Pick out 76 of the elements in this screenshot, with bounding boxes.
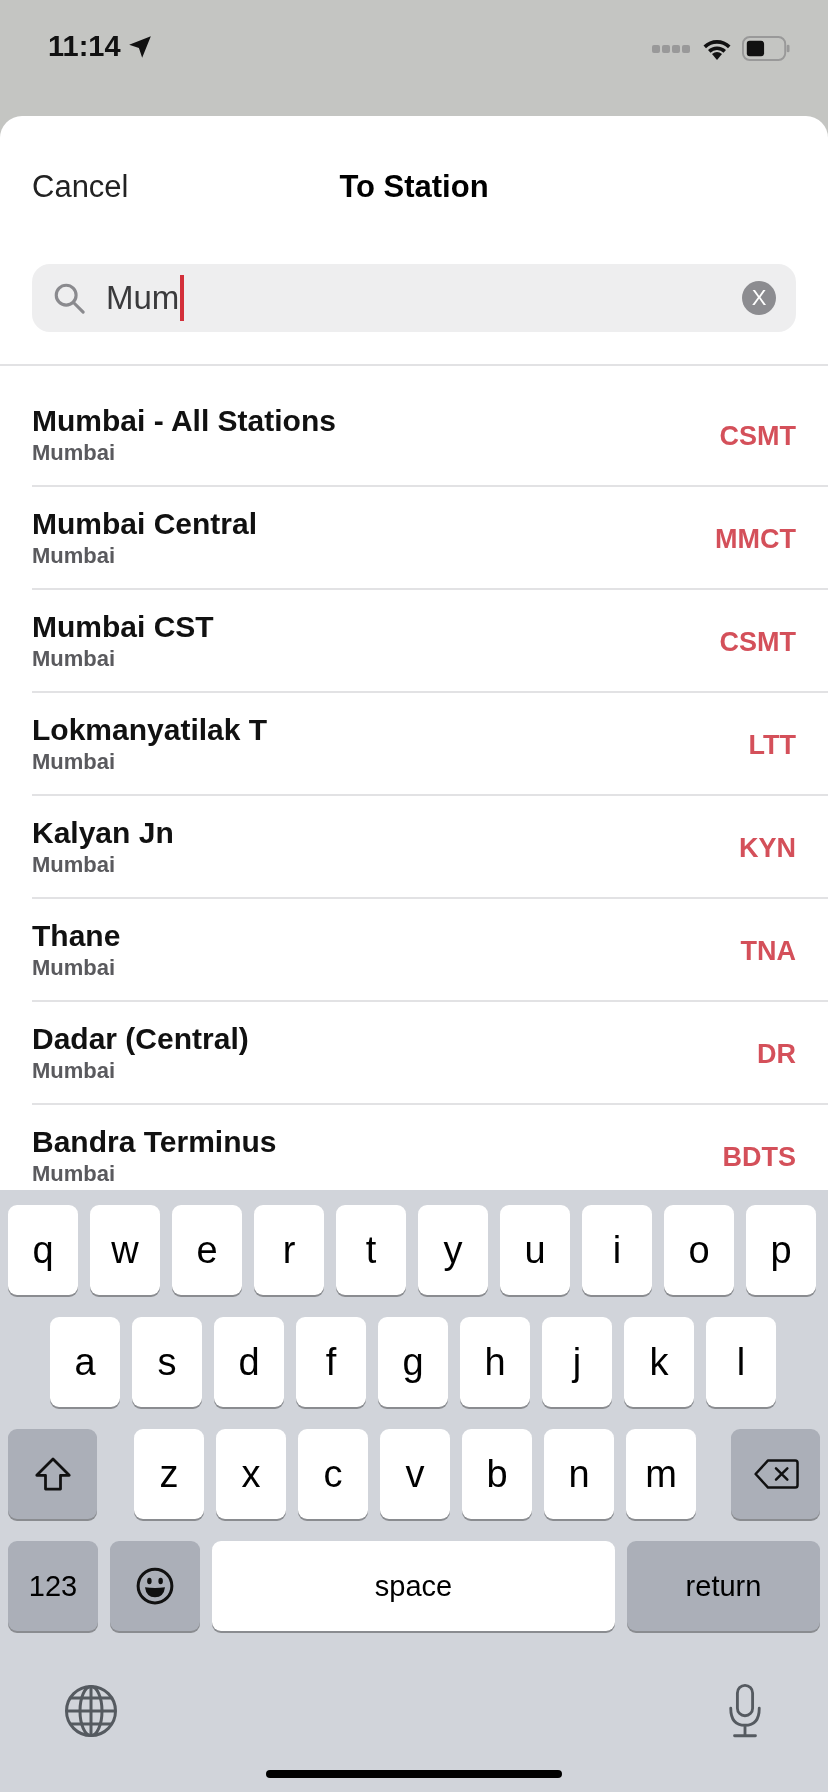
- station-name: Mumbai Central: [32, 505, 259, 542]
- delete-key[interactable]: [731, 1429, 820, 1519]
- search-field[interactable]: Mum X: [32, 264, 796, 332]
- station-city: Mumbai: [32, 541, 117, 570]
- status-time: 11:14: [48, 30, 121, 63]
- globe-icon: [64, 1684, 118, 1738]
- letter-key[interactable]: f: [296, 1317, 366, 1407]
- station-code: MMCT: [715, 524, 796, 555]
- station-city: Mumbai: [32, 850, 117, 879]
- letter-key[interactable]: m: [626, 1429, 696, 1519]
- letter-key[interactable]: s: [132, 1317, 202, 1407]
- letter-key[interactable]: y: [418, 1205, 488, 1295]
- station-code: DR: [757, 1039, 796, 1070]
- station-name: Bandra Terminus: [32, 1123, 278, 1160]
- letter-key[interactable]: g: [378, 1317, 448, 1407]
- station-code: CSMT: [719, 627, 796, 658]
- letter-key[interactable]: t: [336, 1205, 406, 1295]
- station-city: Mumbai: [32, 644, 117, 673]
- letter-key[interactable]: a: [50, 1317, 120, 1407]
- letter-key[interactable]: d: [214, 1317, 284, 1407]
- station-city: Mumbai: [32, 953, 117, 982]
- letter-key[interactable]: l: [706, 1317, 776, 1407]
- letter-key[interactable]: z: [134, 1429, 204, 1519]
- letter-key[interactable]: w: [90, 1205, 160, 1295]
- battery-icon: [742, 36, 790, 61]
- station-row[interactable]: Lokmanyatilak T Mumbai LTT: [32, 693, 828, 796]
- letter-key[interactable]: o: [664, 1205, 734, 1295]
- station-city: Mumbai: [32, 1159, 117, 1188]
- station-city: Mumbai: [32, 1056, 117, 1085]
- letter-key[interactable]: c: [298, 1429, 368, 1519]
- station-code: BDTS: [722, 1142, 796, 1173]
- station-city: Mumbai: [32, 747, 117, 776]
- letter-key[interactable]: n: [544, 1429, 614, 1519]
- station-row[interactable]: Mumbai Central Mumbai MMCT: [32, 487, 828, 590]
- station-name: Lokmanyatilak T: [32, 711, 269, 748]
- backspace-icon: [752, 1457, 799, 1491]
- letter-key[interactable]: p: [746, 1205, 816, 1295]
- letter-key[interactable]: r: [254, 1205, 324, 1295]
- letter-key[interactable]: v: [380, 1429, 450, 1519]
- station-name: Dadar (Central): [32, 1020, 250, 1057]
- station-name: Mumbai - All Stations: [32, 402, 337, 439]
- station-row[interactable]: Mumbai - All Stations Mumbai CSMT: [32, 384, 828, 487]
- shift-key[interactable]: [8, 1429, 97, 1519]
- station-code: LTT: [748, 730, 796, 761]
- station-row[interactable]: Dadar (Central) Mumbai DR: [32, 1002, 828, 1105]
- return-key[interactable]: return: [627, 1541, 820, 1631]
- station-city: Mumbai: [32, 438, 117, 467]
- station-code: TNA: [740, 936, 796, 967]
- search-icon: [52, 281, 86, 315]
- station-row[interactable]: Thane Mumbai TNA: [32, 899, 828, 1002]
- numbers-key[interactable]: 123: [8, 1541, 98, 1631]
- cancel-button[interactable]: Cancel: [32, 169, 129, 205]
- station-name: Kalyan Jn: [32, 814, 175, 851]
- letter-key[interactable]: b: [462, 1429, 532, 1519]
- letter-key[interactable]: h: [460, 1317, 530, 1407]
- station-row[interactable]: Kalyan Jn Mumbai KYN: [32, 796, 828, 899]
- letter-key[interactable]: x: [216, 1429, 286, 1519]
- smiley-icon: [135, 1566, 175, 1606]
- station-name: Mumbai CST: [32, 608, 215, 645]
- emoji-key[interactable]: [110, 1541, 200, 1631]
- letter-key[interactable]: k: [624, 1317, 694, 1407]
- text-caret: [180, 275, 185, 321]
- letter-key[interactable]: u: [500, 1205, 570, 1295]
- sheet-title: To Station: [339, 169, 489, 205]
- station-name: Thane: [32, 917, 122, 954]
- microphone-icon: [726, 1683, 764, 1739]
- station-code: CSMT: [719, 421, 796, 452]
- signal-icon: [652, 43, 692, 54]
- station-code: KYN: [739, 833, 796, 864]
- letter-key[interactable]: e: [172, 1205, 242, 1295]
- letter-key[interactable]: i: [582, 1205, 652, 1295]
- wifi-icon: [702, 37, 732, 60]
- station-row[interactable]: Mumbai CST Mumbai CSMT: [32, 590, 828, 693]
- letter-key[interactable]: j: [542, 1317, 612, 1407]
- space-key[interactable]: space: [212, 1541, 615, 1631]
- letter-key[interactable]: q: [8, 1205, 78, 1295]
